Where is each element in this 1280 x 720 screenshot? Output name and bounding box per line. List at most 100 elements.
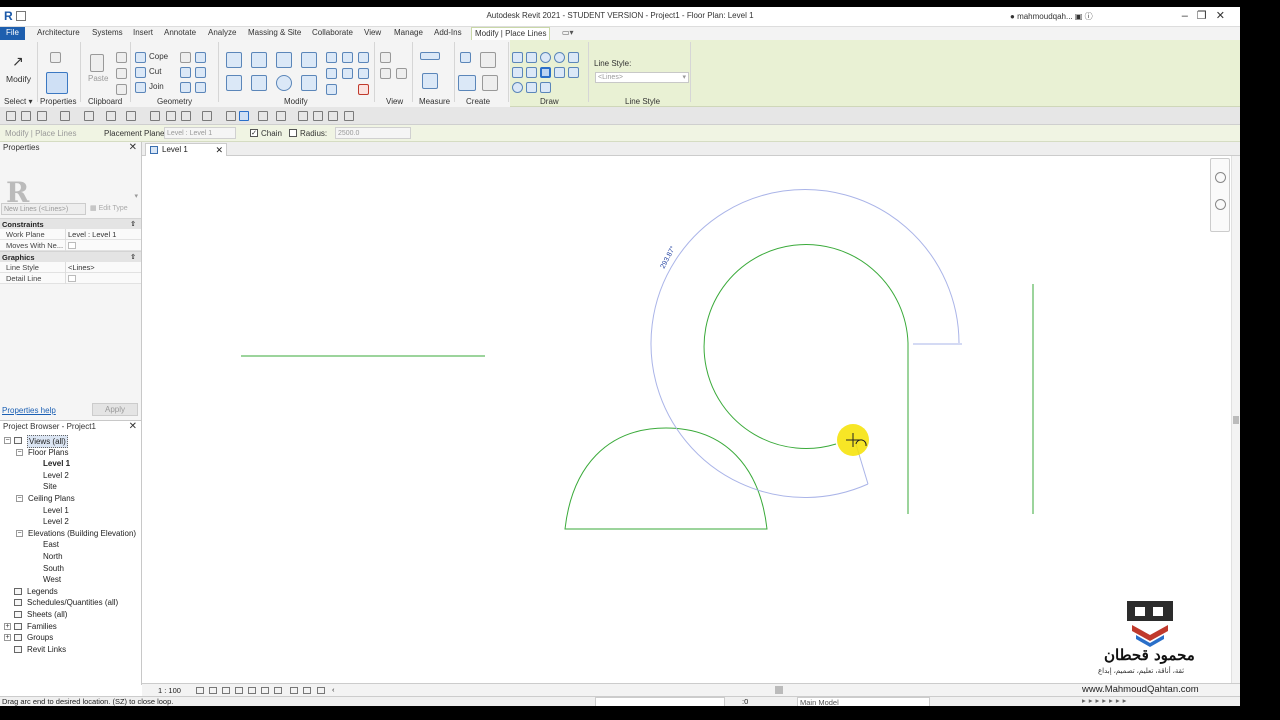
tab-analyze[interactable]: Analyze bbox=[208, 27, 236, 40]
mirror-draw-icon[interactable] bbox=[301, 52, 317, 68]
close-icon[interactable]: ✕ bbox=[129, 421, 137, 432]
close-icon[interactable]: ✕ bbox=[129, 142, 137, 153]
scroll-thumb[interactable] bbox=[1233, 416, 1239, 424]
sun-path-icon[interactable] bbox=[222, 687, 230, 694]
join-button[interactable]: Join bbox=[149, 82, 164, 91]
property-row[interactable]: Work Plane Level : Level 1 bbox=[0, 229, 141, 240]
select-dropdown[interactable]: Select ▾ bbox=[4, 97, 32, 106]
pick-lines-icon[interactable] bbox=[540, 82, 551, 93]
sync-icon[interactable] bbox=[37, 111, 47, 121]
geometry-tool-icon-2[interactable] bbox=[195, 52, 206, 63]
tree-node[interactable]: Level 1 bbox=[0, 505, 141, 517]
tab-overflow-icon[interactable]: ▭▾ bbox=[562, 27, 574, 40]
tree-node[interactable]: − Views (all) bbox=[0, 435, 141, 448]
move-icon[interactable] bbox=[226, 75, 242, 91]
trim-icon[interactable] bbox=[301, 75, 317, 91]
array-icon[interactable] bbox=[326, 68, 337, 79]
measure-icon[interactable] bbox=[420, 52, 440, 60]
save-icon[interactable] bbox=[21, 111, 31, 121]
section-icon[interactable] bbox=[226, 111, 236, 121]
cut-geometry-button[interactable]: Cut bbox=[149, 67, 161, 76]
property-row[interactable]: Line Style <Lines> bbox=[0, 262, 141, 273]
tab-add-ins[interactable]: Add-Ins bbox=[434, 27, 462, 40]
cope-button[interactable]: Cope bbox=[149, 52, 168, 61]
apply-button[interactable]: Apply bbox=[92, 403, 138, 416]
property-row[interactable]: Moves With Ne... bbox=[0, 240, 141, 251]
tree-node[interactable]: North bbox=[0, 551, 141, 563]
shadows-icon[interactable] bbox=[235, 687, 243, 694]
edit-type-button[interactable]: ▦ Edit Type bbox=[90, 203, 138, 215]
tab-annotate[interactable]: Annotate bbox=[164, 27, 196, 40]
tangent-end-arc-icon[interactable] bbox=[540, 67, 551, 78]
tree-node[interactable]: Legends bbox=[0, 586, 141, 598]
match-type-icon[interactable] bbox=[116, 84, 127, 95]
model-arc-inner[interactable] bbox=[703, 244, 909, 449]
chain-checkbox[interactable]: ✓ bbox=[250, 129, 258, 137]
customize-icon[interactable] bbox=[344, 111, 354, 121]
scale-icon[interactable] bbox=[342, 68, 353, 79]
text-icon[interactable] bbox=[181, 111, 191, 121]
rectangle-icon[interactable] bbox=[526, 52, 537, 63]
tree-node[interactable]: Sheets (all) bbox=[0, 609, 141, 621]
tree-node[interactable]: East bbox=[0, 539, 141, 551]
collapse-icon[interactable]: − bbox=[16, 529, 23, 537]
tab-manage[interactable]: Manage bbox=[394, 27, 423, 40]
tab-systems[interactable]: Systems bbox=[92, 27, 123, 40]
tab-modify-place-lines[interactable]: Modify | Place Lines bbox=[471, 27, 551, 40]
geometry-tool-icon-3[interactable] bbox=[180, 67, 191, 78]
analytical-model-icon[interactable] bbox=[317, 687, 325, 694]
polygon-icon[interactable] bbox=[540, 52, 551, 63]
modify-cursor-icon[interactable]: ↗ bbox=[12, 53, 24, 70]
horizontal-scroll-thumb[interactable] bbox=[775, 686, 783, 694]
lock-3d-icon[interactable] bbox=[274, 687, 282, 694]
properties-help-link[interactable]: Properties help bbox=[2, 406, 56, 415]
show-crop-icon[interactable] bbox=[261, 687, 269, 694]
vertical-scrollbar[interactable] bbox=[1231, 156, 1240, 683]
delete-icon[interactable] bbox=[358, 84, 369, 95]
crop-view-icon[interactable] bbox=[248, 687, 256, 694]
drawing-canvas[interactable]: 293.87° bbox=[142, 156, 1240, 683]
create-group-icon[interactable] bbox=[458, 75, 476, 91]
instance-selector[interactable]: New Lines (<Lines>) bbox=[1, 203, 86, 215]
design-option-select[interactable]: Main Model bbox=[797, 697, 930, 706]
tab-view[interactable]: View bbox=[364, 27, 381, 40]
collapse-icon[interactable]: − bbox=[4, 437, 11, 444]
visual-style-icon[interactable] bbox=[209, 687, 217, 694]
user-account[interactable]: ● mahmoudqah... ▣ ⓘ bbox=[1010, 11, 1093, 22]
paint-icon[interactable] bbox=[180, 82, 191, 93]
tree-node[interactable]: Site bbox=[0, 481, 141, 493]
navigation-bar[interactable] bbox=[1210, 158, 1230, 232]
expand-icon[interactable]: + bbox=[4, 634, 11, 642]
tree-node[interactable]: + Families bbox=[0, 621, 141, 633]
start-end-arc-icon[interactable] bbox=[512, 67, 523, 78]
redo-icon[interactable] bbox=[84, 111, 94, 121]
zoom-icon[interactable] bbox=[1215, 199, 1226, 210]
view-scale[interactable]: 1 : 100 bbox=[158, 686, 181, 695]
property-row[interactable]: Detail Line bbox=[0, 273, 141, 284]
create-similar-icon[interactable] bbox=[482, 75, 498, 91]
tree-node[interactable]: − Floor Plans bbox=[0, 447, 141, 459]
split-gap-icon[interactable] bbox=[342, 52, 353, 63]
cope-icon[interactable] bbox=[135, 52, 146, 63]
steering-wheel-icon[interactable] bbox=[1215, 172, 1226, 183]
reveal-icon[interactable] bbox=[313, 111, 323, 121]
unpin-icon[interactable] bbox=[358, 52, 369, 63]
design-options-icon[interactable] bbox=[768, 697, 778, 706]
paste-button[interactable]: Paste bbox=[88, 74, 108, 83]
tab-file[interactable]: File bbox=[0, 27, 25, 40]
align-icon[interactable] bbox=[226, 52, 242, 68]
temp-hide-icon[interactable] bbox=[298, 111, 308, 121]
undo-icon[interactable] bbox=[60, 111, 70, 121]
view-tab-level-1[interactable]: Level 1 ✕ bbox=[145, 143, 227, 156]
selection-filters-icon[interactable]: ▸▸▸▸▸▸▸ bbox=[1082, 696, 1129, 705]
collapse-icon[interactable]: − bbox=[16, 448, 23, 456]
tree-node[interactable]: Revit Links bbox=[0, 644, 141, 656]
chevron-left-icon[interactable]: ‹ bbox=[332, 685, 335, 694]
geometry-tool-icon-4[interactable] bbox=[195, 67, 206, 78]
copy-icon[interactable] bbox=[251, 75, 267, 91]
tree-node[interactable]: Level 2 bbox=[0, 470, 141, 482]
create-assembly-icon[interactable] bbox=[460, 52, 471, 63]
cart-icon[interactable]: ▣ bbox=[1075, 12, 1085, 21]
fillet-arc-icon[interactable] bbox=[554, 67, 565, 78]
worksets-icon[interactable] bbox=[578, 697, 590, 706]
